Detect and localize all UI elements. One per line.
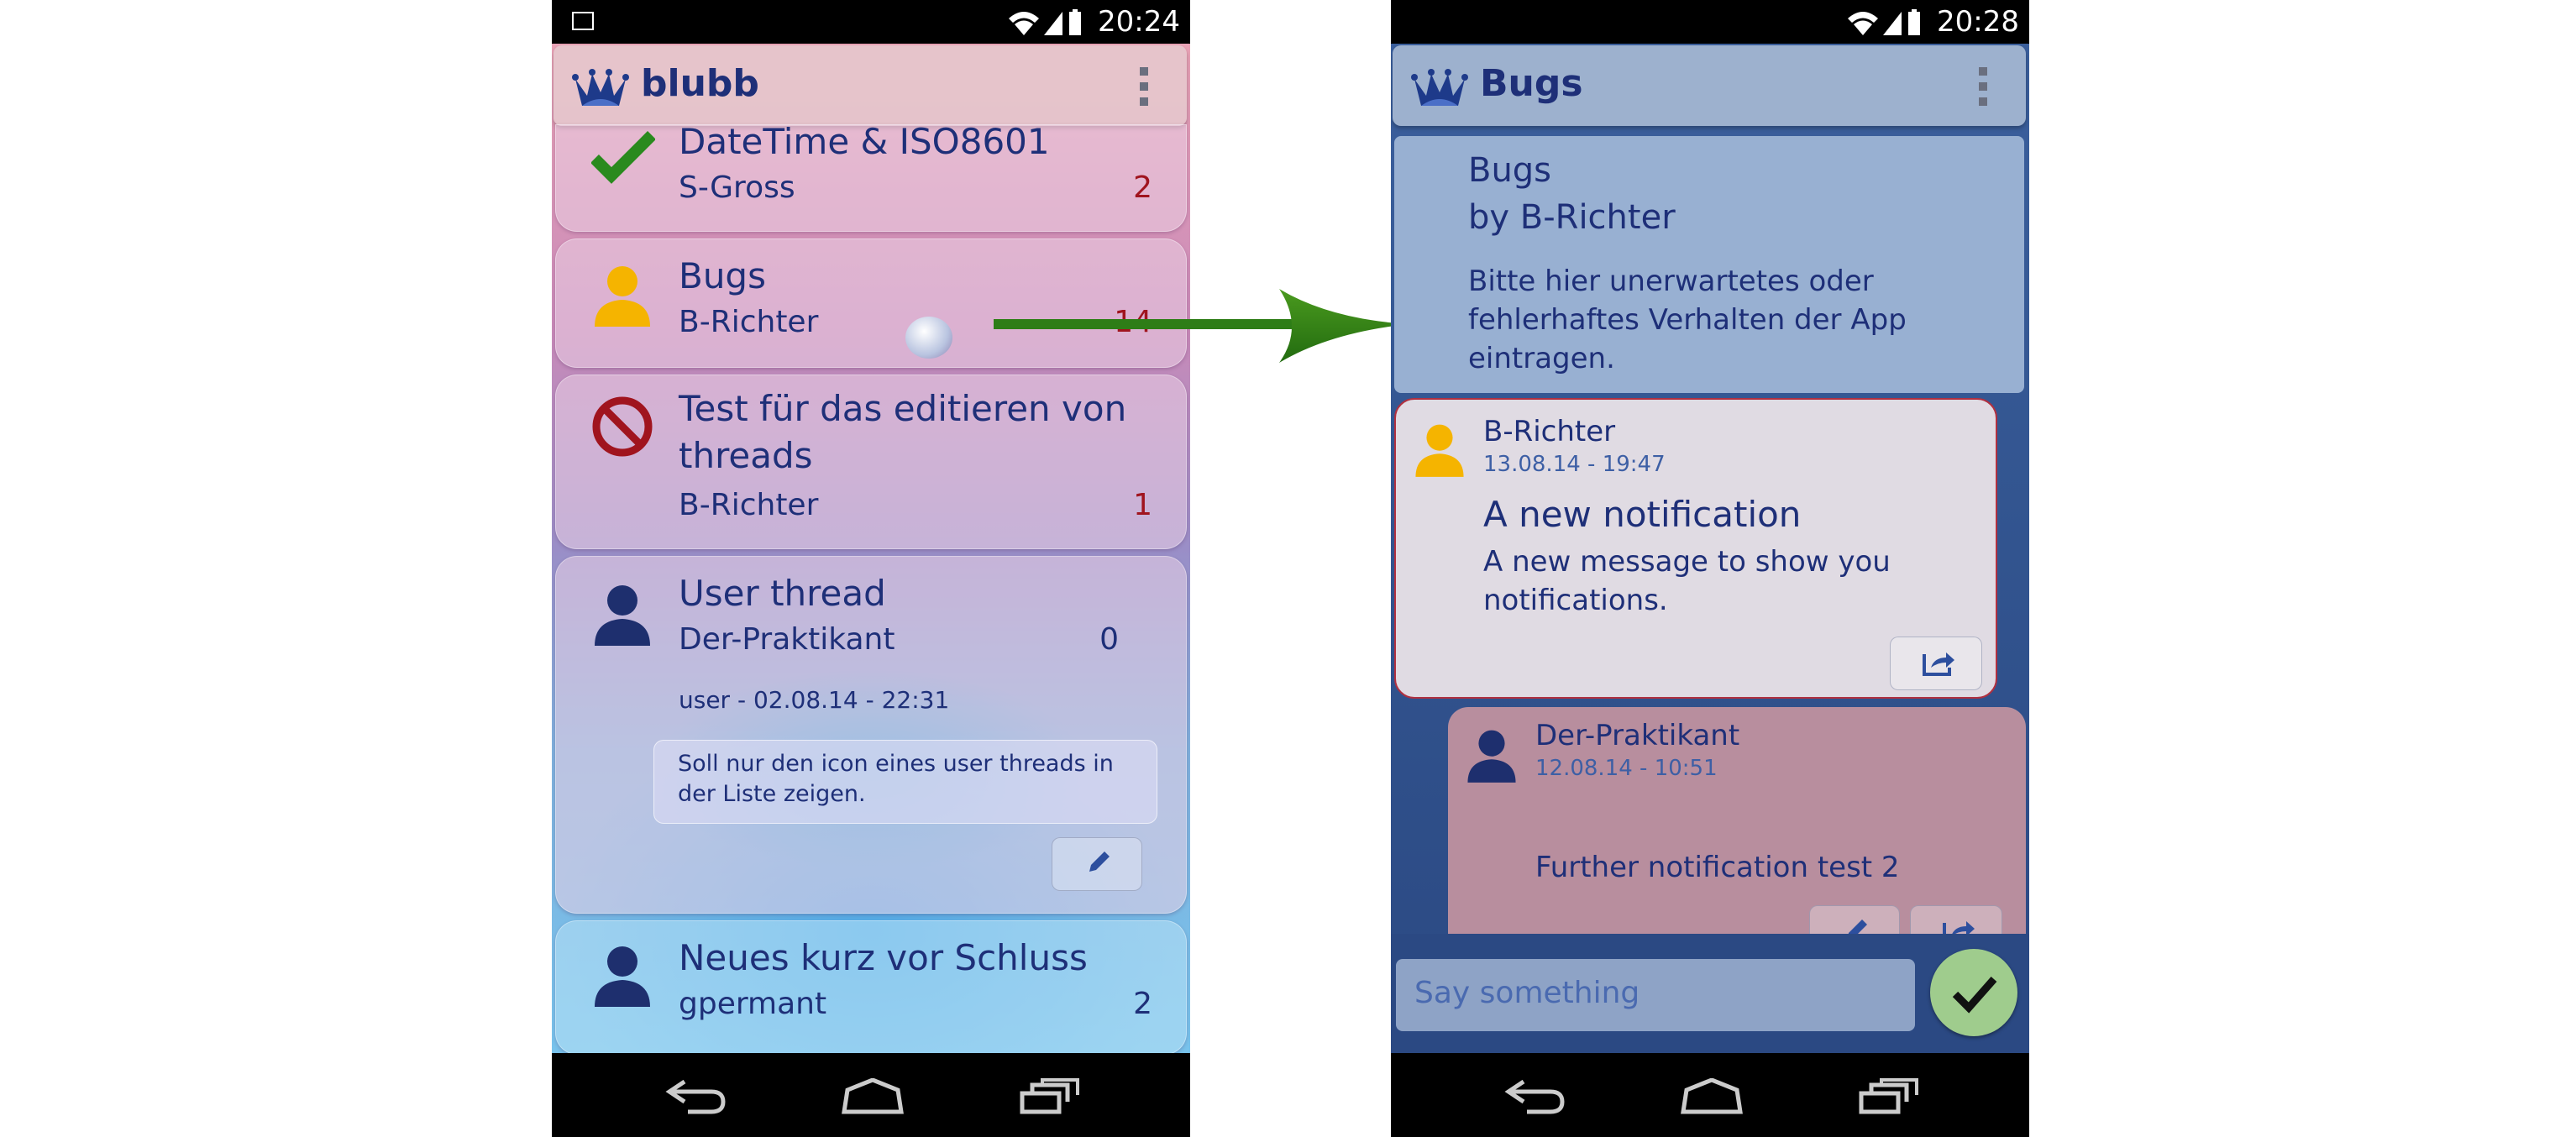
home-icon[interactable] (1680, 1078, 1744, 1115)
navigation-bar (1391, 1053, 2029, 1137)
home-icon[interactable] (841, 1078, 905, 1115)
thread-item[interactable]: Test für das editieren von threads B-Ric… (555, 375, 1187, 549)
thread-title: Test für das editieren von threads (679, 388, 1127, 476)
thread-list-screen: 20:24 blubb DateTime & ISO8601 S-Gross 2… (552, 0, 1190, 1137)
message-input-placeholder: Say something (1414, 976, 1640, 1010)
screen-title: Bugs (1480, 62, 1583, 105)
thread-author: by B-Richter (1468, 198, 1676, 237)
thread-item[interactable]: DateTime & ISO8601 S-Gross 2 (555, 121, 1187, 232)
action-bar: blubb (553, 45, 1187, 126)
message-card: B-Richter 13.08.14 - 19:47 A new notific… (1394, 398, 1997, 699)
message-date: 12.08.14 - 10:51 (1535, 756, 1718, 781)
checkmark-icon (591, 131, 655, 184)
thread-count: 2 (1133, 170, 1152, 205)
thread-description: Bitte hier unerwartetes oder fehlerhafte… (1468, 265, 1907, 375)
water-drop-decoration (905, 317, 952, 359)
message-author: B-Richter (1483, 415, 1616, 448)
message-body: Further notification test 2 (1535, 851, 1900, 884)
message-input[interactable]: Say something (1396, 959, 1915, 1031)
user-icon (595, 266, 650, 327)
user-icon (1415, 424, 1464, 477)
thread-author: B-Richter (679, 488, 819, 522)
thread-detail-screen: 20:28 Bugs Bugs by B-Richter Bitte hier … (1391, 0, 2029, 1137)
action-bar: Bugs (1393, 45, 2026, 126)
transition-arrow (994, 289, 1409, 363)
crown-logo-icon (572, 69, 629, 106)
edit-button[interactable] (1052, 837, 1142, 891)
message-card: Der-Praktikant 12.08.14 - 10:51 Further … (1448, 707, 2026, 959)
thread-count: 0 (1099, 622, 1119, 657)
thread-title: Bugs (1468, 151, 1552, 190)
thread-title: DateTime & ISO8601 (679, 121, 1050, 162)
signal-battery-icons (1848, 9, 1920, 35)
status-bar: 20:28 (1391, 0, 2029, 44)
user-icon (595, 946, 650, 1007)
recent-apps-icon[interactable] (1019, 1078, 1081, 1115)
clock: 20:24 (1098, 5, 1180, 39)
thread-title: Neues kurz vor Schluss (679, 937, 1088, 978)
status-bar: 20:24 (552, 0, 1190, 44)
overflow-menu-icon[interactable] (1140, 67, 1148, 106)
image-notification-icon (572, 12, 594, 30)
message-title: A new notification (1483, 494, 1802, 535)
signal-battery-icons (1009, 9, 1081, 35)
checkmark-icon (1952, 977, 1997, 1014)
message-preview: Soll nur den icon eines user threads in … (653, 740, 1157, 824)
thread-title: User thread (679, 573, 886, 614)
overflow-menu-icon[interactable] (1979, 67, 1987, 106)
thread-item-expanded[interactable]: User thread Der-Praktikant 0 user - 02.0… (555, 556, 1187, 914)
back-icon[interactable] (664, 1078, 727, 1115)
thread-author: B-Richter (679, 305, 819, 339)
back-icon[interactable] (1503, 1078, 1566, 1115)
thread-item[interactable]: Neues kurz vor Schluss gpermant 2 (555, 920, 1187, 1055)
user-icon (595, 585, 650, 646)
message-meta: user - 02.08.14 - 22:31 (679, 686, 950, 714)
thread-author: S-Gross (679, 170, 795, 205)
clock: 20:28 (1937, 5, 2019, 39)
app-title: blubb (641, 62, 759, 105)
recent-apps-icon[interactable] (1858, 1078, 1920, 1115)
share-icon (1923, 652, 1954, 676)
no-entry-icon (592, 396, 653, 457)
thread-title: Bugs (679, 255, 766, 296)
message-body: A new message to show you notifications. (1483, 545, 1891, 617)
pencil-icon (1089, 851, 1110, 872)
thread-author: gpermant (679, 987, 827, 1021)
thread-info-card: Bugs by B-Richter Bitte hier unerwartete… (1394, 136, 2024, 393)
thread-count: 1 (1133, 488, 1152, 522)
thread-count: 2 (1133, 987, 1152, 1021)
user-icon (1467, 730, 1516, 783)
share-button[interactable] (1890, 637, 1982, 690)
crown-logo-icon[interactable] (1411, 67, 1468, 107)
message-date: 13.08.14 - 19:47 (1483, 452, 1666, 477)
thread-author: Der-Praktikant (679, 622, 895, 657)
message-author: Der-Praktikant (1535, 719, 1740, 752)
send-button[interactable] (1930, 949, 2017, 1036)
navigation-bar (552, 1053, 1190, 1137)
